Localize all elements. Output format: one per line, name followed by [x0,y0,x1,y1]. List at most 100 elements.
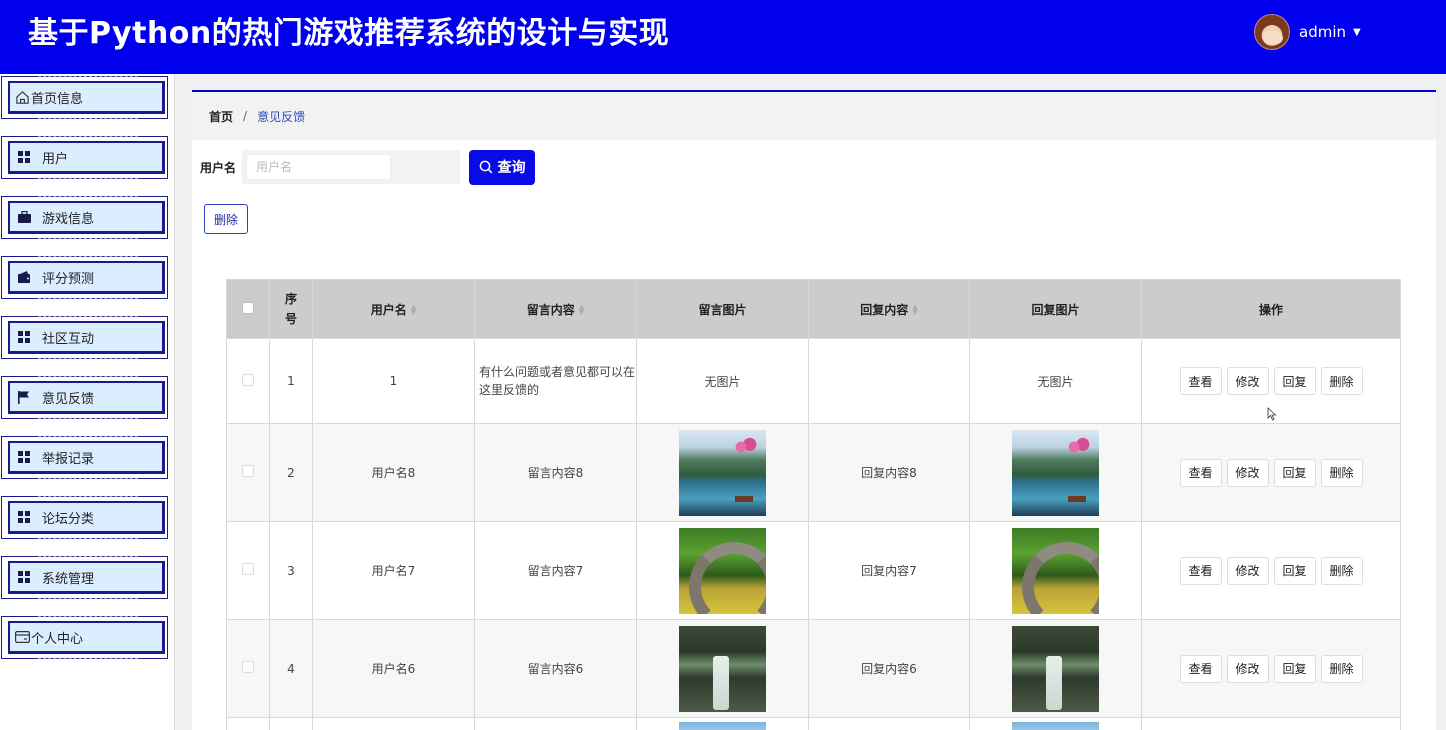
reply-button[interactable]: 回复 [1273,654,1316,683]
row-select-cell [226,338,270,424]
row-image[interactable] [679,722,766,730]
grid-icon [16,509,32,525]
view-button[interactable]: 查看 [1179,367,1222,395]
breadcrumb: 首页 / 意见反馈 [192,92,1436,140]
sort-icon[interactable]: ▲ ▼ [912,304,917,316]
table-row [226,717,1401,730]
sidebar-item-reports[interactable]: 举报记录 [1,436,168,479]
sidebar-item-label: 举报记录 [42,451,95,467]
row-index: 4 [269,619,313,718]
sidebar-item-profile[interactable]: 个人中心 [1,616,168,659]
reply-button[interactable]: 回复 [1273,556,1316,585]
reply-button[interactable]: 回复 [1273,458,1316,487]
sidebar-item-game-info[interactable]: 游戏信息 [1,196,168,239]
sidebar-item-feedback[interactable]: 意见反馈 [1,376,168,419]
sidebar-item-label: 意见反馈 [42,391,95,407]
grid-icon [16,449,32,465]
sort-icon[interactable]: ▲ ▼ [411,304,416,316]
sidebar-item-label: 首页信息 [31,91,84,107]
row-select-cell [226,521,270,620]
edit-button[interactable]: 修改 [1226,458,1269,487]
row-checkbox[interactable] [242,373,254,386]
view-button[interactable]: 查看 [1179,654,1222,683]
user-menu[interactable]: admin ▼ [1254,14,1361,50]
table-row: 2 用户名8 留言内容8 回复内容8 查看 修改 回复 删除 [226,423,1401,522]
query-button-label: 查询 [497,160,526,176]
username-search-input[interactable] [246,154,392,180]
row-message-image: 无图片 [636,338,809,424]
sidebar-item-community[interactable]: 社区互动 [1,316,168,359]
query-button[interactable]: 查询 [469,149,536,185]
row-checkbox[interactable] [242,661,254,673]
grid-icon [16,569,32,585]
row-select-cell [226,619,270,718]
delete-button[interactable]: 删除 [1320,367,1363,395]
row-index [269,717,313,730]
row-message-image [636,717,809,730]
row-reply-image [969,619,1142,718]
row-message-image [636,423,809,522]
sort-icon[interactable]: ▲ ▼ [579,304,584,316]
sidebar-item-forum-category[interactable]: 论坛分类 [1,496,168,539]
row-checkbox[interactable] [242,563,254,575]
row-image[interactable] [1012,722,1099,730]
username-label[interactable]: admin [1299,23,1346,41]
edit-button[interactable]: 修改 [1226,367,1269,395]
row-message-image [636,619,809,718]
stone-bridge-image[interactable] [1012,527,1099,614]
row-actions: 查看 修改 回复 删除 [1141,423,1401,522]
row-message: 有什么问题或者意见都可以在这里反馈的 [474,338,637,424]
landscape-lake-image[interactable] [679,429,766,516]
edit-button[interactable]: 修改 [1226,654,1269,683]
row-message: 留言内容8 [474,423,637,522]
row-index: 3 [269,521,313,620]
waterfall-image[interactable] [679,625,766,712]
view-button[interactable]: 查看 [1179,458,1222,487]
row-checkbox[interactable] [242,465,254,477]
table-row: 4 用户名6 留言内容6 回复内容6 查看 修改 回复 删除 [226,619,1401,718]
delete-button[interactable]: 删除 [1320,556,1363,585]
sidebar-item-users[interactable]: 用户 [1,136,168,179]
row-message: 留言内容6 [474,619,637,718]
waterfall-image[interactable] [1012,625,1099,712]
row-reply: 回复内容6 [808,619,970,718]
landscape-lake-image[interactable] [1012,429,1099,516]
column-header-actions: 操作 [1141,279,1401,339]
search-box [242,150,461,184]
delete-button[interactable]: 删除 [1320,458,1363,487]
grid-icon [16,149,32,165]
sidebar-item-rating-prediction[interactable]: 评分预测 [1,256,168,299]
reply-button[interactable]: 回复 [1273,367,1316,395]
sidebar-item-home[interactable]: 首页信息 [1,76,168,119]
breadcrumb-home[interactable]: 首页 [209,108,233,125]
column-header-reply-image: 回复图片 [969,279,1142,339]
card-icon [14,629,30,645]
view-button[interactable]: 查看 [1179,556,1222,585]
sidebar-item-label: 社区互动 [42,331,95,347]
search-icon [479,160,492,174]
row-username [312,717,475,730]
caret-down-icon[interactable]: ▼ [1353,27,1361,38]
row-message-image [636,521,809,620]
sidebar-item-label: 系统管理 [42,571,95,587]
column-header-message[interactable]: 留言内容 ▲ ▼ [474,279,637,339]
avatar[interactable] [1254,14,1290,50]
delete-button[interactable]: 删除 [1320,654,1363,683]
wallet-icon [16,269,32,285]
stone-bridge-image[interactable] [679,527,766,614]
main-content: 首页 / 意见反馈 用户名 查询 删除 序号 用户名 ▲▼ 留言内容 ▲▼ 留言图片… [192,90,1436,730]
sidebar-item-system[interactable]: 系统管理 [1,556,168,599]
select-all-checkbox[interactable] [242,301,254,314]
edit-button[interactable]: 修改 [1226,556,1269,585]
batch-delete-button[interactable]: 删除 [204,204,248,234]
column-header-reply[interactable]: 回复内容 ▲ ▼ [808,279,970,339]
row-actions: 查看 修改 回复 删除 [1141,521,1401,620]
breadcrumb-separator: / [243,109,248,123]
row-username: 用户名8 [312,423,475,522]
sidebar-item-label: 评分预测 [42,271,95,287]
column-header-label: 留言内容 [526,302,575,317]
breadcrumb-current: 意见反馈 [257,109,306,124]
home-icon [14,89,30,105]
column-header-username[interactable]: 用户名 ▲ ▼ [312,279,475,339]
row-reply [808,717,970,730]
